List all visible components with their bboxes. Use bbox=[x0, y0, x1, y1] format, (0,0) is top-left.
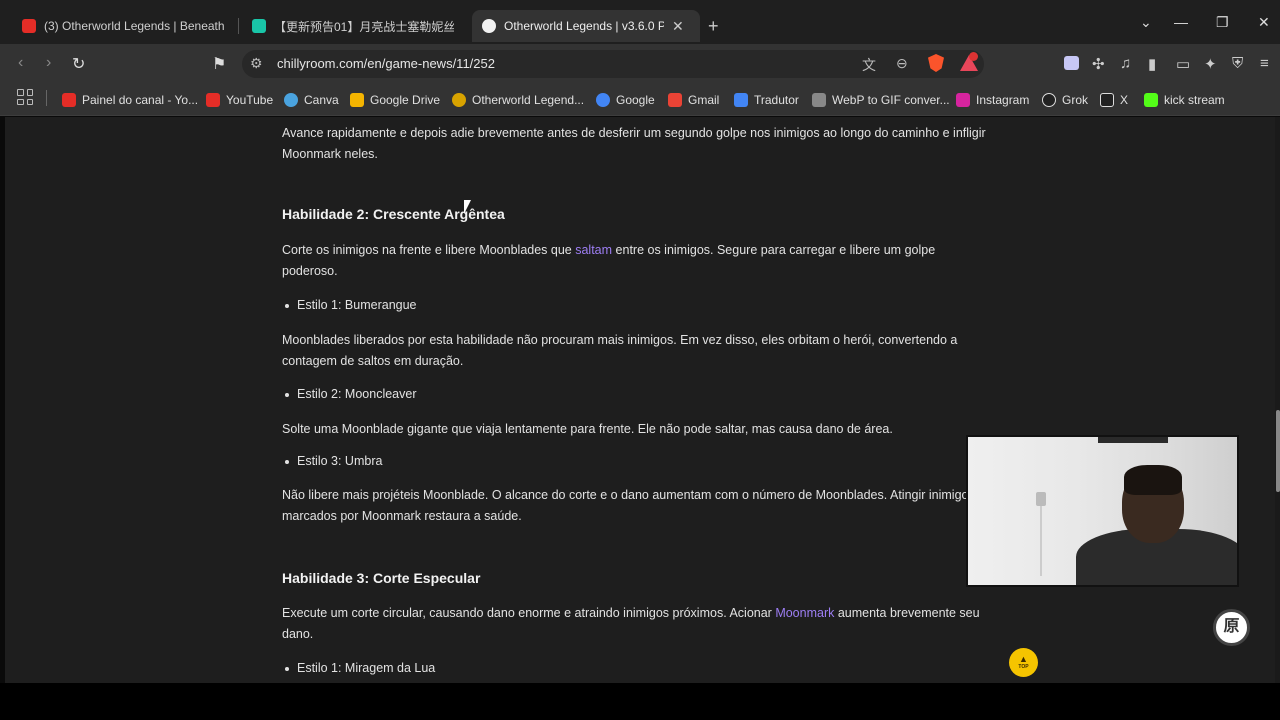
bottom-black-bar bbox=[0, 683, 1280, 720]
gmail-icon bbox=[668, 93, 682, 107]
bookmark-youtube[interactable]: YouTube bbox=[206, 90, 273, 110]
intro-paragraph: Avance rapidamente e depois adie breveme… bbox=[282, 126, 986, 161]
notification-badge bbox=[969, 52, 978, 61]
bilibili-icon bbox=[252, 19, 266, 33]
bookmark-instagram[interactable]: Instagram bbox=[956, 90, 1029, 110]
youtube-icon bbox=[62, 93, 76, 107]
back-to-top-button[interactable]: ▲ TOP bbox=[1009, 648, 1038, 677]
back-icon[interactable]: ‹ bbox=[18, 54, 23, 72]
skill3-style1-bullet: Estilo 1: Miragem da Lua bbox=[284, 661, 436, 675]
youtube-icon bbox=[206, 93, 220, 107]
bookmark-x[interactable]: X bbox=[1100, 90, 1128, 110]
new-tab-button[interactable]: + bbox=[708, 16, 719, 37]
google-drive-icon bbox=[350, 93, 364, 107]
webcam-cable bbox=[1040, 506, 1042, 576]
close-tab-icon[interactable]: ✕ bbox=[672, 18, 684, 35]
bookmark-icon[interactable]: ⚑ bbox=[212, 54, 226, 74]
arrow-up-icon: ▲ bbox=[1019, 654, 1028, 664]
bookmark-tradutor[interactable]: Tradutor bbox=[734, 90, 799, 110]
translate-icon[interactable]: 文 bbox=[862, 55, 876, 75]
style1-description: Moonblades liberados por esta habilidade… bbox=[282, 333, 958, 368]
bookmark-webp-to-gif[interactable]: WebP to GIF conver... bbox=[812, 90, 950, 110]
window-close-icon[interactable]: ✕ bbox=[1258, 14, 1270, 31]
converter-icon bbox=[812, 93, 826, 107]
otherworld-icon bbox=[452, 93, 466, 107]
tab-separator bbox=[238, 18, 239, 34]
style3-bullet: Estilo 3: Umbra bbox=[284, 454, 383, 468]
bookmark-google-drive[interactable]: Google Drive bbox=[350, 90, 440, 110]
webcam-shelf bbox=[1098, 437, 1168, 443]
saltam-link[interactable]: saltam bbox=[575, 243, 612, 257]
bookmark-gmail[interactable]: Gmail bbox=[668, 90, 719, 110]
sidebar-icon[interactable]: ▮ bbox=[1148, 55, 1156, 73]
moonmark-link[interactable]: Moonmark bbox=[775, 606, 834, 620]
skill3-heading: Habilidade 3: Corte Especular bbox=[282, 570, 481, 586]
tab-3-active[interactable]: Otherworld Legends | v3.6.0 Pré ✕ bbox=[472, 10, 700, 42]
bookmark-kick-stream[interactable]: kick stream bbox=[1144, 90, 1225, 110]
kick-icon bbox=[1144, 93, 1158, 107]
skill2-description: Corte os inimigos na frente e libere Moo… bbox=[282, 243, 936, 278]
bookmark-separator bbox=[46, 90, 47, 106]
bookmark-otherworld[interactable]: Otherworld Legend... bbox=[452, 90, 584, 110]
extensions-puzzle-icon[interactable]: ✣ bbox=[1092, 55, 1105, 73]
mouse-cursor-icon bbox=[464, 200, 471, 214]
translate-icon bbox=[734, 93, 748, 107]
webcam-person-hair bbox=[1124, 465, 1182, 495]
forward-icon[interactable]: › bbox=[46, 54, 51, 72]
floating-site-button[interactable]: 原 bbox=[1213, 609, 1250, 646]
media-icon[interactable]: ♫ bbox=[1120, 55, 1131, 72]
url-text[interactable]: chillyroom.com/en/game-news/11/252 bbox=[277, 56, 495, 71]
minimize-icon[interactable]: — bbox=[1174, 14, 1188, 30]
restore-icon[interactable]: ❐ bbox=[1216, 14, 1229, 31]
tab-search-icon[interactable]: ⌄ bbox=[1140, 14, 1152, 31]
google-icon bbox=[596, 93, 610, 107]
youtube-icon bbox=[22, 19, 36, 33]
grok-icon bbox=[1042, 93, 1056, 107]
menu-icon[interactable]: ≡ bbox=[1260, 55, 1269, 72]
webcam-outlet bbox=[1036, 492, 1046, 506]
x-icon bbox=[1100, 93, 1114, 107]
tab-title: (3) Otherworld Legends | Beneath the bbox=[44, 19, 224, 33]
style2-description: Solte uma Moonblade gigante que viaja le… bbox=[282, 422, 893, 436]
scrollbar-track[interactable] bbox=[1275, 117, 1280, 683]
scrollbar-thumb[interactable] bbox=[1276, 410, 1280, 492]
skill3-description: Execute um corte circular, causando dano… bbox=[282, 606, 980, 641]
extension-icon[interactable] bbox=[1064, 56, 1079, 70]
page-content bbox=[5, 117, 1275, 683]
style3-description: Não libere mais projéteis Moonblade. O a… bbox=[282, 488, 975, 523]
style1-bullet: Estilo 1: Bumerangue bbox=[285, 298, 417, 312]
bookmark-painel[interactable]: Painel do canal - Yo... bbox=[62, 90, 198, 110]
tab-2[interactable]: 【更新预告01】月亮战士塞勒妮丝登场 bbox=[242, 10, 464, 42]
tab-title: 【更新预告01】月亮战士塞勒妮丝登场 bbox=[274, 19, 454, 34]
style2-bullet: Estilo 2: Mooncleaver bbox=[285, 387, 417, 401]
tab-title: Otherworld Legends | v3.6.0 Pré bbox=[504, 19, 664, 33]
bookmark-google[interactable]: Google bbox=[596, 90, 655, 110]
site-info-icon[interactable]: ⚙ bbox=[250, 55, 263, 72]
zoom-icon[interactable]: ⊖ bbox=[896, 55, 908, 72]
leo-ai-icon[interactable]: ✦ bbox=[1204, 55, 1217, 73]
skill2-heading: Habilidade 2: Crescente Argêntea bbox=[282, 206, 505, 222]
webcam-overlay bbox=[966, 435, 1239, 587]
instagram-icon bbox=[956, 93, 970, 107]
tab-1[interactable]: (3) Otherworld Legends | Beneath the bbox=[12, 10, 234, 42]
canva-icon bbox=[284, 93, 298, 107]
reload-icon[interactable]: ↻ bbox=[72, 54, 85, 74]
apps-grid-icon[interactable] bbox=[17, 89, 33, 105]
bookmark-grok[interactable]: Grok bbox=[1042, 90, 1088, 110]
vpn-icon[interactable]: ⛨ bbox=[1232, 55, 1243, 72]
wallet-icon[interactable]: ▭ bbox=[1176, 55, 1190, 73]
bookmark-canva[interactable]: Canva bbox=[284, 90, 339, 110]
site-icon bbox=[482, 19, 496, 33]
